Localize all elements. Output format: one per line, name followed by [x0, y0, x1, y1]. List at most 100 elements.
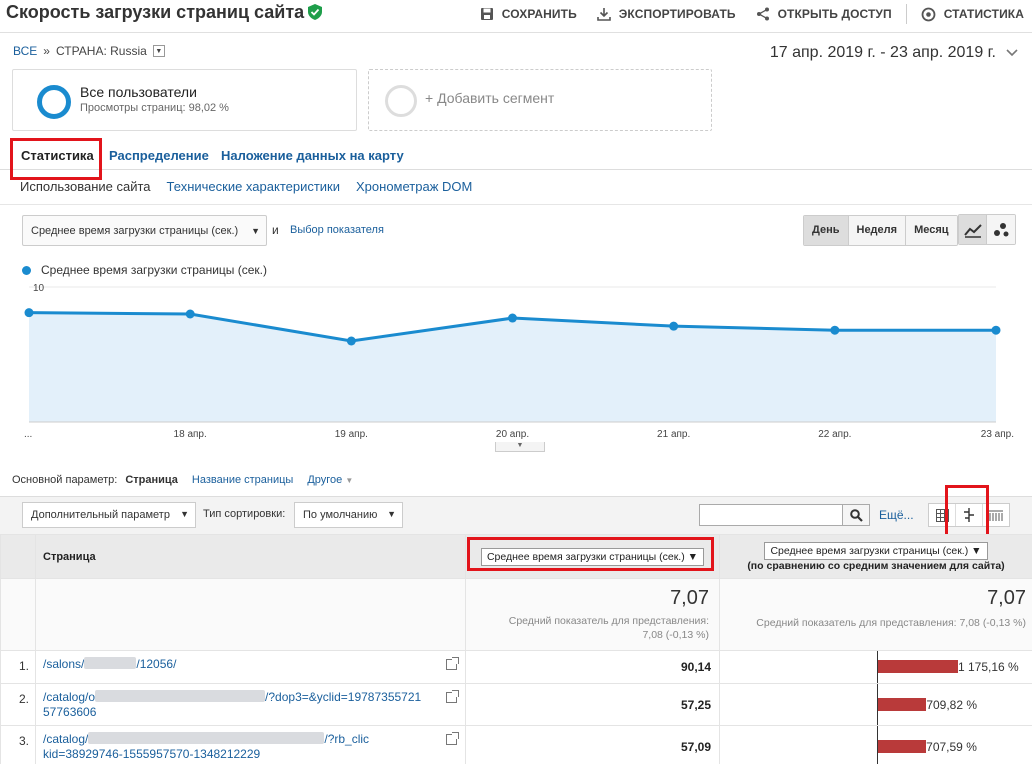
- save-button[interactable]: СОХРАНИТЬ: [480, 4, 577, 24]
- verified-check-icon: [308, 4, 323, 20]
- redacted-text: [95, 690, 266, 702]
- comparison-bar-cell: 1 175,16 %: [719, 650, 1032, 684]
- subtab-technical[interactable]: Технические характеристики: [167, 179, 340, 194]
- highlight-box: [945, 485, 989, 537]
- breadcrumb: ВСЕ » СТРАНА: Russia ▼: [13, 44, 165, 58]
- dimension-other-label: Другое: [307, 474, 343, 486]
- x-tick-label: ...: [24, 429, 32, 440]
- x-tick-label: 23 апр.: [981, 429, 1014, 440]
- page-link[interactable]: /catalog/o/?dop3=&yclid=19787355721 57763…: [35, 683, 466, 726]
- divider: [0, 204, 1032, 205]
- data-point[interactable]: [830, 325, 840, 335]
- insights-icon: [921, 7, 936, 21]
- segment-ring-icon: [37, 85, 71, 119]
- total-value: 7,07: [670, 587, 709, 609]
- period-day-button[interactable]: День: [804, 216, 848, 245]
- metric-select-value: Среднее время загрузки страницы (сек.): [31, 225, 239, 237]
- period-week-button[interactable]: Неделя: [847, 216, 906, 245]
- comparison-subtitle: (по сравнению со средним значением для с…: [747, 559, 1005, 572]
- sort-type-select[interactable]: По умолчанию ▼: [294, 502, 403, 528]
- table-search-input[interactable]: [699, 504, 843, 526]
- secondary-dimension-select[interactable]: Дополнительный параметр ▼: [22, 502, 196, 528]
- breadcrumb-all-link[interactable]: ВСЕ: [13, 44, 37, 58]
- data-point[interactable]: [185, 309, 195, 319]
- table-row: 2. /catalog/o/?dop3=&yclid=19787355721 57…: [0, 683, 1032, 726]
- caret-down-icon: ▼: [345, 476, 354, 485]
- subtab-site-usage[interactable]: Использование сайта: [20, 179, 151, 194]
- x-tick-label: 19 апр.: [335, 429, 368, 440]
- export-button[interactable]: ЭКСПОРТИРОВАТЬ: [596, 4, 736, 24]
- page-link[interactable]: /catalog//?rb_clic kid=38929746-155595757…: [35, 725, 466, 764]
- dimension-page-title[interactable]: Название страницы: [192, 474, 293, 486]
- primary-dimension-label: Основной параметр:: [12, 474, 118, 486]
- y-tick-label: 10: [33, 283, 45, 294]
- data-point[interactable]: [24, 308, 34, 318]
- data-point[interactable]: [669, 321, 679, 331]
- search-button[interactable]: [843, 504, 870, 526]
- chart-legend: Среднее время загрузки страницы (сек.): [22, 263, 267, 277]
- external-link-icon[interactable]: [446, 690, 459, 703]
- dimension-other-dropdown[interactable]: Другое ▼: [307, 474, 353, 486]
- total-compare-value: 7,07: [987, 587, 1026, 609]
- motion-chart-button[interactable]: [987, 215, 1015, 244]
- dropdown-arrow-icon: ▼: [180, 509, 189, 519]
- save-label: СОХРАНИТЬ: [501, 7, 577, 21]
- data-point[interactable]: [991, 325, 1001, 335]
- external-link-icon[interactable]: [446, 657, 459, 670]
- period-month-button[interactable]: Месяц: [905, 216, 957, 245]
- report-actions: СОХРАНИТЬ ЭКСПОРТИРОВАТЬ ОТКРЫТЬ ДОСТУП …: [480, 4, 1024, 24]
- table-row: 1. /salons//12056/ 90,14 1 175,16 %: [0, 650, 1032, 684]
- tab-map-overlay[interactable]: Наложение данных на карту: [221, 148, 404, 163]
- primary-dimension-row: Основной параметр: Страница Название стр…: [12, 474, 353, 486]
- table-cell: [35, 578, 466, 651]
- external-link-icon[interactable]: [446, 732, 459, 745]
- comparison-percent: 707,59 %: [926, 739, 977, 754]
- more-link[interactable]: Ещё...: [879, 508, 914, 522]
- table-header-cell: [0, 534, 36, 579]
- dimension-page[interactable]: Страница: [125, 474, 178, 486]
- total-note: Средний показатель для представления: 7,0…: [508, 615, 709, 641]
- add-segment-card[interactable]: + Добавить сегмент: [368, 69, 712, 131]
- dropdown-arrow-icon: ▼: [387, 509, 396, 519]
- comparison-bar: [878, 697, 927, 711]
- subtabs: Использование сайта Технические характер…: [20, 179, 472, 194]
- insights-button[interactable]: СТАТИСТИКА: [921, 4, 1024, 24]
- table-cell: [0, 578, 36, 651]
- page-link[interactable]: /salons//12056/: [35, 650, 466, 684]
- totals-metric-cell: 7,07 Средний показатель для представлени…: [465, 578, 720, 651]
- data-point[interactable]: [346, 336, 356, 346]
- empty-ring-icon: [385, 85, 417, 117]
- column-header-comparison: Среднее время загрузки страницы (сек.) ▼…: [719, 534, 1032, 579]
- share-button[interactable]: ОТКРЫТЬ ДОСТУП: [756, 4, 892, 24]
- report-tabs: Статистика Распределение Наложение данны…: [0, 140, 1032, 170]
- highlight-box: [467, 537, 714, 571]
- share-label: ОТКРЫТЬ ДОСТУП: [777, 7, 892, 21]
- divider: [905, 4, 907, 24]
- line-chart-icon: [963, 223, 982, 238]
- x-tick-label: 21 апр.: [657, 429, 690, 440]
- date-range-picker[interactable]: 17 апр. 2019 г. - 23 апр. 2019 г.: [770, 44, 1018, 62]
- chart-type-selector: [958, 214, 1016, 245]
- row-number: 1.: [0, 650, 36, 684]
- line-chart: 105...18 апр.19 апр.20 апр.21 апр.22 апр…: [24, 283, 1014, 440]
- breadcrumb-separator: »: [43, 44, 50, 58]
- row-number: 3.: [0, 725, 36, 764]
- sort-type-value: По умолчанию: [303, 509, 378, 521]
- totals-row: 7,07 Средний показатель для представлени…: [0, 578, 1032, 651]
- metric-select[interactable]: Среднее время загрузки страницы (сек.) ▼: [22, 215, 267, 246]
- column-header-page[interactable]: Страница: [35, 534, 466, 579]
- metric-value: 57,09: [465, 725, 720, 764]
- chevron-down-icon[interactable]: ▼: [152, 45, 165, 57]
- page-title: Скорость загрузки страниц сайта: [6, 2, 323, 23]
- table-row: 3. /catalog//?rb_clic kid=38929746-155595…: [0, 725, 1032, 764]
- data-point[interactable]: [508, 313, 517, 323]
- divider: [0, 32, 1032, 33]
- subtab-dom-timings[interactable]: Хронометраж DOM: [356, 179, 472, 194]
- segment-card-all-users[interactable]: Все пользователи Просмотры страниц: 98,0…: [12, 69, 357, 131]
- tab-distribution[interactable]: Распределение: [109, 148, 209, 163]
- legend-dot-icon: [22, 265, 31, 275]
- line-chart-button[interactable]: [959, 215, 988, 244]
- pick-metric-link[interactable]: Выбор показателя: [290, 224, 384, 236]
- chart-collapse-handle[interactable]: ▼: [495, 442, 545, 452]
- comparison-column-select[interactable]: Среднее время загрузки страницы (сек.) ▼: [764, 541, 988, 560]
